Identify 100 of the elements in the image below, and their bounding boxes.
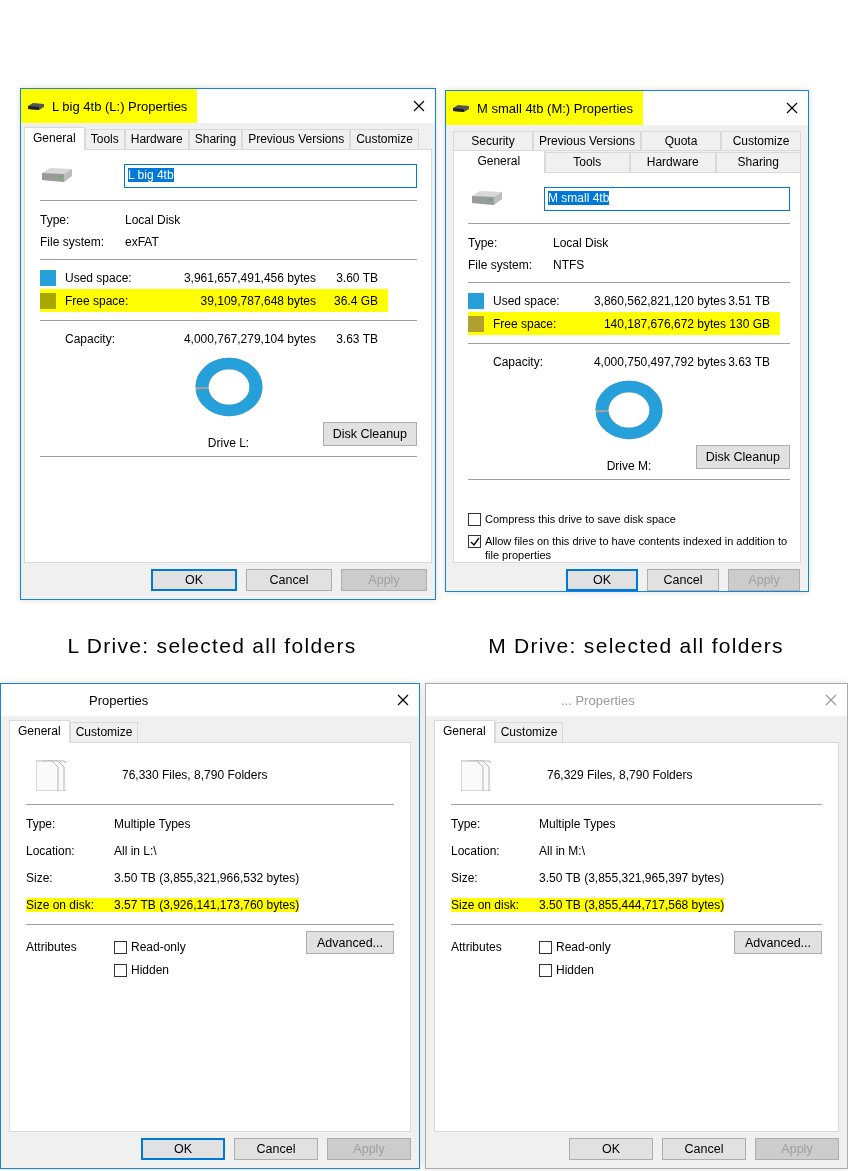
capacity-label: Capacity: xyxy=(492,355,545,369)
checkbox-icon[interactable] xyxy=(539,964,552,977)
dialog-button[interactable]: OK xyxy=(566,569,638,591)
dialog-button[interactable]: Cancel xyxy=(246,569,332,591)
field-value: 3.57 TB (3,926,141,173,760 bytes) xyxy=(114,898,300,912)
tab[interactable]: Customize xyxy=(721,131,801,151)
field-value: Multiple Types xyxy=(539,817,616,831)
space-bytes: 3,860,562,821,120 bytes xyxy=(592,292,726,310)
dialog-button[interactable]: OK xyxy=(151,569,237,591)
space-label: Used space: xyxy=(492,292,561,310)
disk-usage-drawing xyxy=(595,380,663,440)
disk-cleanup-button[interactable]: Disk Cleanup xyxy=(695,445,790,469)
field-label: Type: xyxy=(451,817,481,831)
space-label: Free space: xyxy=(56,289,156,312)
close-icon[interactable] xyxy=(786,102,798,114)
checkbox-icon[interactable] xyxy=(114,964,127,977)
window-title: Properties xyxy=(89,692,149,708)
tab[interactable]: Sharing xyxy=(188,129,243,150)
field-value: exFAT xyxy=(125,235,160,249)
close-icon[interactable] xyxy=(413,100,425,112)
capacity-bytes: 4,000,767,279,104 bytes xyxy=(182,332,316,346)
field-label: Size on disk: xyxy=(451,898,539,912)
tab[interactable]: General xyxy=(24,127,85,150)
checkbox[interactable]: Read-only xyxy=(114,940,306,954)
caption: M Drive: selected all folders xyxy=(488,633,784,658)
selection-summary: 76,329 Files, 8,790 Folders xyxy=(547,767,693,782)
space-bytes: 39,109,787,648 bytes xyxy=(156,289,316,312)
tab[interactable]: Previous Versions xyxy=(533,131,642,151)
tab[interactable]: Tools xyxy=(84,129,125,150)
capacity-size: 3.63 TB xyxy=(727,355,771,369)
attributes-label: Attributes xyxy=(451,940,503,954)
field-label: Type: xyxy=(40,213,71,227)
advanced-button[interactable]: Advanced... xyxy=(306,931,394,954)
advanced-button[interactable]: Advanced... xyxy=(734,931,822,954)
field-label: Size: xyxy=(451,871,478,885)
checkbox-icon[interactable] xyxy=(468,513,481,526)
tab[interactable]: Security xyxy=(453,131,533,151)
window-title: ... Properties xyxy=(561,692,635,708)
space-size: 3.60 TB xyxy=(335,269,379,287)
field-label: Size on disk: xyxy=(26,898,114,912)
space-size: 130 GB xyxy=(726,312,780,335)
dialog-button[interactable]: Cancel xyxy=(234,1138,318,1160)
tab[interactable]: Customize xyxy=(69,722,139,743)
tab[interactable]: Previous Versions xyxy=(242,129,351,150)
drive-icon xyxy=(27,101,45,111)
disk-cleanup-button[interactable]: Disk Cleanup xyxy=(322,422,417,446)
selection-summary: 76,330 Files, 8,790 Folders xyxy=(122,767,268,782)
tab[interactable]: Customize xyxy=(350,129,419,150)
tab[interactable]: General xyxy=(453,150,545,173)
tab[interactable]: Sharing xyxy=(715,152,801,173)
field-label: Size: xyxy=(26,871,53,885)
space-label: Free space: xyxy=(484,312,576,335)
tab[interactable]: General xyxy=(434,720,495,743)
field-value: All in L:\ xyxy=(114,844,157,858)
field-value: NTFS xyxy=(553,258,586,272)
tab[interactable]: Hardware xyxy=(630,152,716,173)
checkbox-icon[interactable] xyxy=(539,941,552,954)
tab[interactable]: Hardware xyxy=(124,129,189,150)
tab[interactable]: Quota xyxy=(641,131,721,151)
tab[interactable]: Tools xyxy=(544,152,630,173)
checkbox[interactable]: Read-only xyxy=(539,940,734,954)
space-label: Used space: xyxy=(64,269,133,287)
dialog-button[interactable]: Cancel xyxy=(662,1138,746,1160)
checkbox-icon[interactable] xyxy=(468,535,481,548)
tab[interactable]: General xyxy=(9,720,70,743)
drive-icon xyxy=(470,188,504,207)
checkbox[interactable]: Allow files on this drive to have contents indexed in addition to file properties xyxy=(468,534,790,562)
field-value: Local Disk xyxy=(125,213,182,227)
name-field[interactable]: M small 4tb xyxy=(544,187,790,211)
dialog-button[interactable]: OK xyxy=(141,1138,225,1160)
field-label: Location: xyxy=(26,844,75,858)
disk-usage-drawing xyxy=(194,357,263,417)
space-size: 36.4 GB xyxy=(316,289,388,312)
checkbox[interactable]: Hidden xyxy=(114,963,306,977)
field-value: 3.50 TB (3,855,321,966,532 bytes) xyxy=(114,871,300,885)
drive-label: Drive M: xyxy=(606,459,652,473)
field-value: 3.50 TB (3,855,321,965,397 bytes) xyxy=(539,871,725,885)
dialog-button[interactable]: OK xyxy=(569,1138,653,1160)
capacity-size: 3.63 TB xyxy=(335,332,379,346)
name-field[interactable]: L big 4tb xyxy=(124,164,417,188)
drive-label: Drive L: xyxy=(207,436,250,450)
field-value: All in M:\ xyxy=(539,844,585,858)
space-bytes: 3,961,657,491,456 bytes xyxy=(182,269,316,287)
drive-icon xyxy=(40,165,74,184)
field-value: Local Disk xyxy=(553,236,610,250)
tab[interactable]: Customize xyxy=(494,722,564,743)
field-label: File system: xyxy=(40,235,105,249)
dialog-button[interactable]: Cancel xyxy=(647,569,719,591)
field-value: Multiple Types xyxy=(114,817,191,831)
space-bytes: 140,187,676,672 bytes xyxy=(576,312,726,335)
capacity-label: Capacity: xyxy=(64,332,117,346)
field-label: Type: xyxy=(468,236,499,250)
checkbox[interactable]: Hidden xyxy=(539,963,734,977)
close-icon[interactable] xyxy=(397,694,409,706)
checkbox-icon[interactable] xyxy=(114,941,127,954)
window-title: M small 4tb (M:) Properties xyxy=(477,100,634,116)
capacity-bytes: 4,000,750,497,792 bytes xyxy=(592,355,726,369)
field-label: Type: xyxy=(26,817,56,831)
field-label: Location: xyxy=(451,844,500,858)
checkbox[interactable]: Compress this drive to save disk space xyxy=(468,512,790,526)
